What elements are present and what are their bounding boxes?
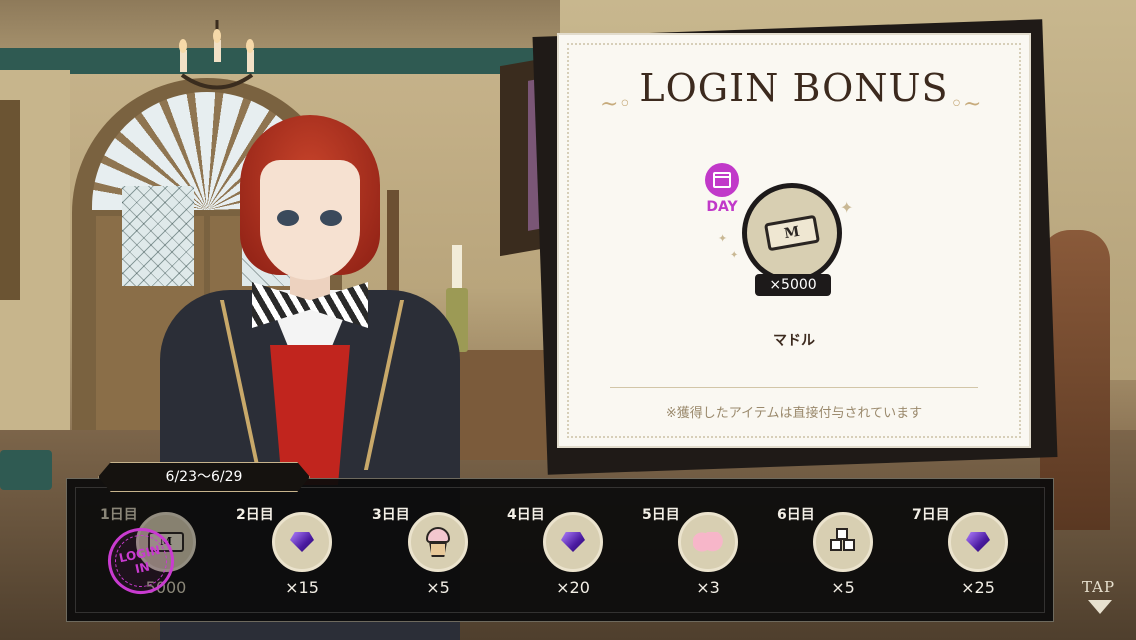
sparkle-icon: ✦ (718, 232, 728, 245)
character-eye (320, 210, 342, 226)
card-divider (610, 387, 978, 388)
day-slot-circle (543, 512, 603, 572)
tap-prompt[interactable]: TAP (1082, 578, 1115, 596)
reward-item-circle: M (742, 183, 842, 283)
flourish-right-icon: ◦~ (950, 92, 982, 117)
day-badge: DAY (703, 163, 741, 215)
day-slot-6: 6日目 ×5 (773, 504, 893, 604)
sparkle-icon: ✦ (730, 250, 739, 261)
tap-arrow-icon[interactable] (1088, 600, 1112, 614)
day-slot-circle (948, 512, 1008, 572)
wall-frame (0, 100, 20, 300)
day-slot-circle (813, 512, 873, 572)
madol-ticket-icon: M (763, 214, 821, 252)
chair (0, 450, 52, 490)
stamp-text: LOGIN (117, 542, 162, 566)
day-slot-quantity: ×3 (696, 578, 720, 597)
chandelier-icon (179, 20, 254, 90)
reward-quantity: ×5000 (755, 274, 831, 296)
day-slot-3: 3日目 ×5 (368, 504, 488, 604)
day-slot-circle (678, 512, 738, 572)
reward-name: マドル (773, 333, 815, 349)
ceiling-trim (0, 48, 560, 74)
cupcake-icon (423, 525, 453, 559)
day-slot-5: 5日目 ×3 (638, 504, 758, 604)
day-slot-label: 4日目 (507, 507, 545, 523)
day-slot-7: 7日目 ×25 (908, 504, 1028, 604)
day-slot-label: 1日目 (100, 507, 138, 523)
magical-gem-icon (290, 532, 314, 552)
day-slot-quantity: ×25 (961, 578, 995, 597)
day-slot-circle (272, 512, 332, 572)
sugar-cubes-icon (826, 527, 860, 557)
card-note: ※獲得したアイテムは直接付与されています (665, 406, 923, 421)
magical-gem-icon (561, 532, 585, 552)
magical-gem-icon (966, 532, 990, 552)
character-face (260, 160, 360, 280)
day-slot-label: 3日目 (372, 507, 410, 523)
flourish-left-icon: ~◦ (600, 92, 632, 117)
day-slot-quantity: ×15 (285, 578, 319, 597)
day-slot-4: 4日目 ×20 (503, 504, 623, 604)
day-slot-quantity: ×20 (556, 578, 590, 597)
day-slot-label: 6日目 (777, 507, 815, 523)
pink-puff-icon (693, 532, 723, 552)
day-slot-label: 5日目 (642, 507, 680, 523)
day-slot-quantity: ×5 (831, 578, 855, 597)
day-slot-2: 2日目 ×15 (232, 504, 352, 604)
stamp-text: IN (133, 559, 152, 577)
date-range: 6/23〜6/29 (98, 462, 310, 492)
day-label: DAY (706, 199, 738, 215)
day-slot-label: 2日目 (236, 507, 274, 523)
sparkle-icon: ✦ (840, 198, 854, 217)
day-slot-label: 7日目 (912, 507, 950, 523)
day-slot-circle (408, 512, 468, 572)
calendar-icon (705, 163, 739, 197)
day-slot-quantity: ×5 (426, 578, 450, 597)
character-eye (277, 210, 299, 226)
